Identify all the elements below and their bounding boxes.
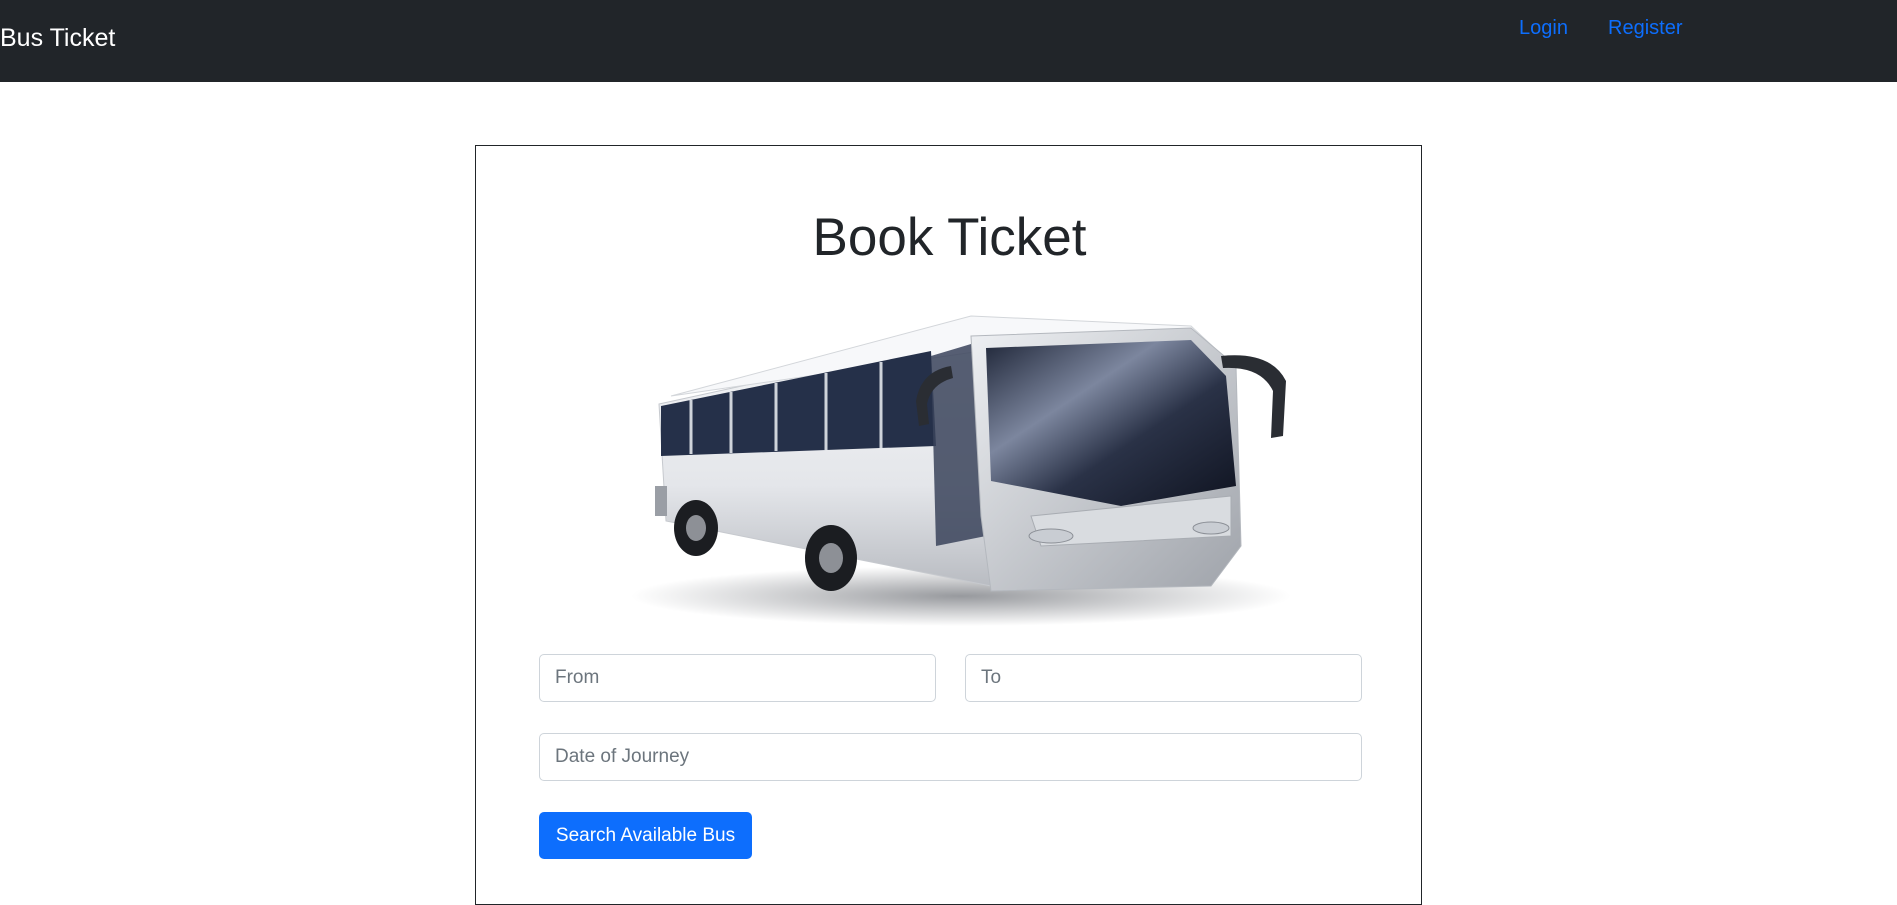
nav-register-link[interactable]: Register [1608, 15, 1682, 41]
date-of-journey-field[interactable] [539, 733, 1362, 781]
bus-image [631, 315, 1291, 626]
search-available-bus-button[interactable]: Search Available Bus [539, 812, 752, 859]
top-navbar: Bus Ticket Login Register [0, 0, 1897, 82]
nav-login-link[interactable]: Login [1519, 15, 1568, 41]
to-field[interactable] [965, 654, 1362, 702]
from-field[interactable] [539, 654, 936, 702]
booking-card: Book Ticket From To Date of Journey Sear… [475, 145, 1422, 905]
brand-link[interactable]: Bus Ticket [0, 22, 115, 54]
page-title: Book Ticket [812, 208, 1087, 267]
